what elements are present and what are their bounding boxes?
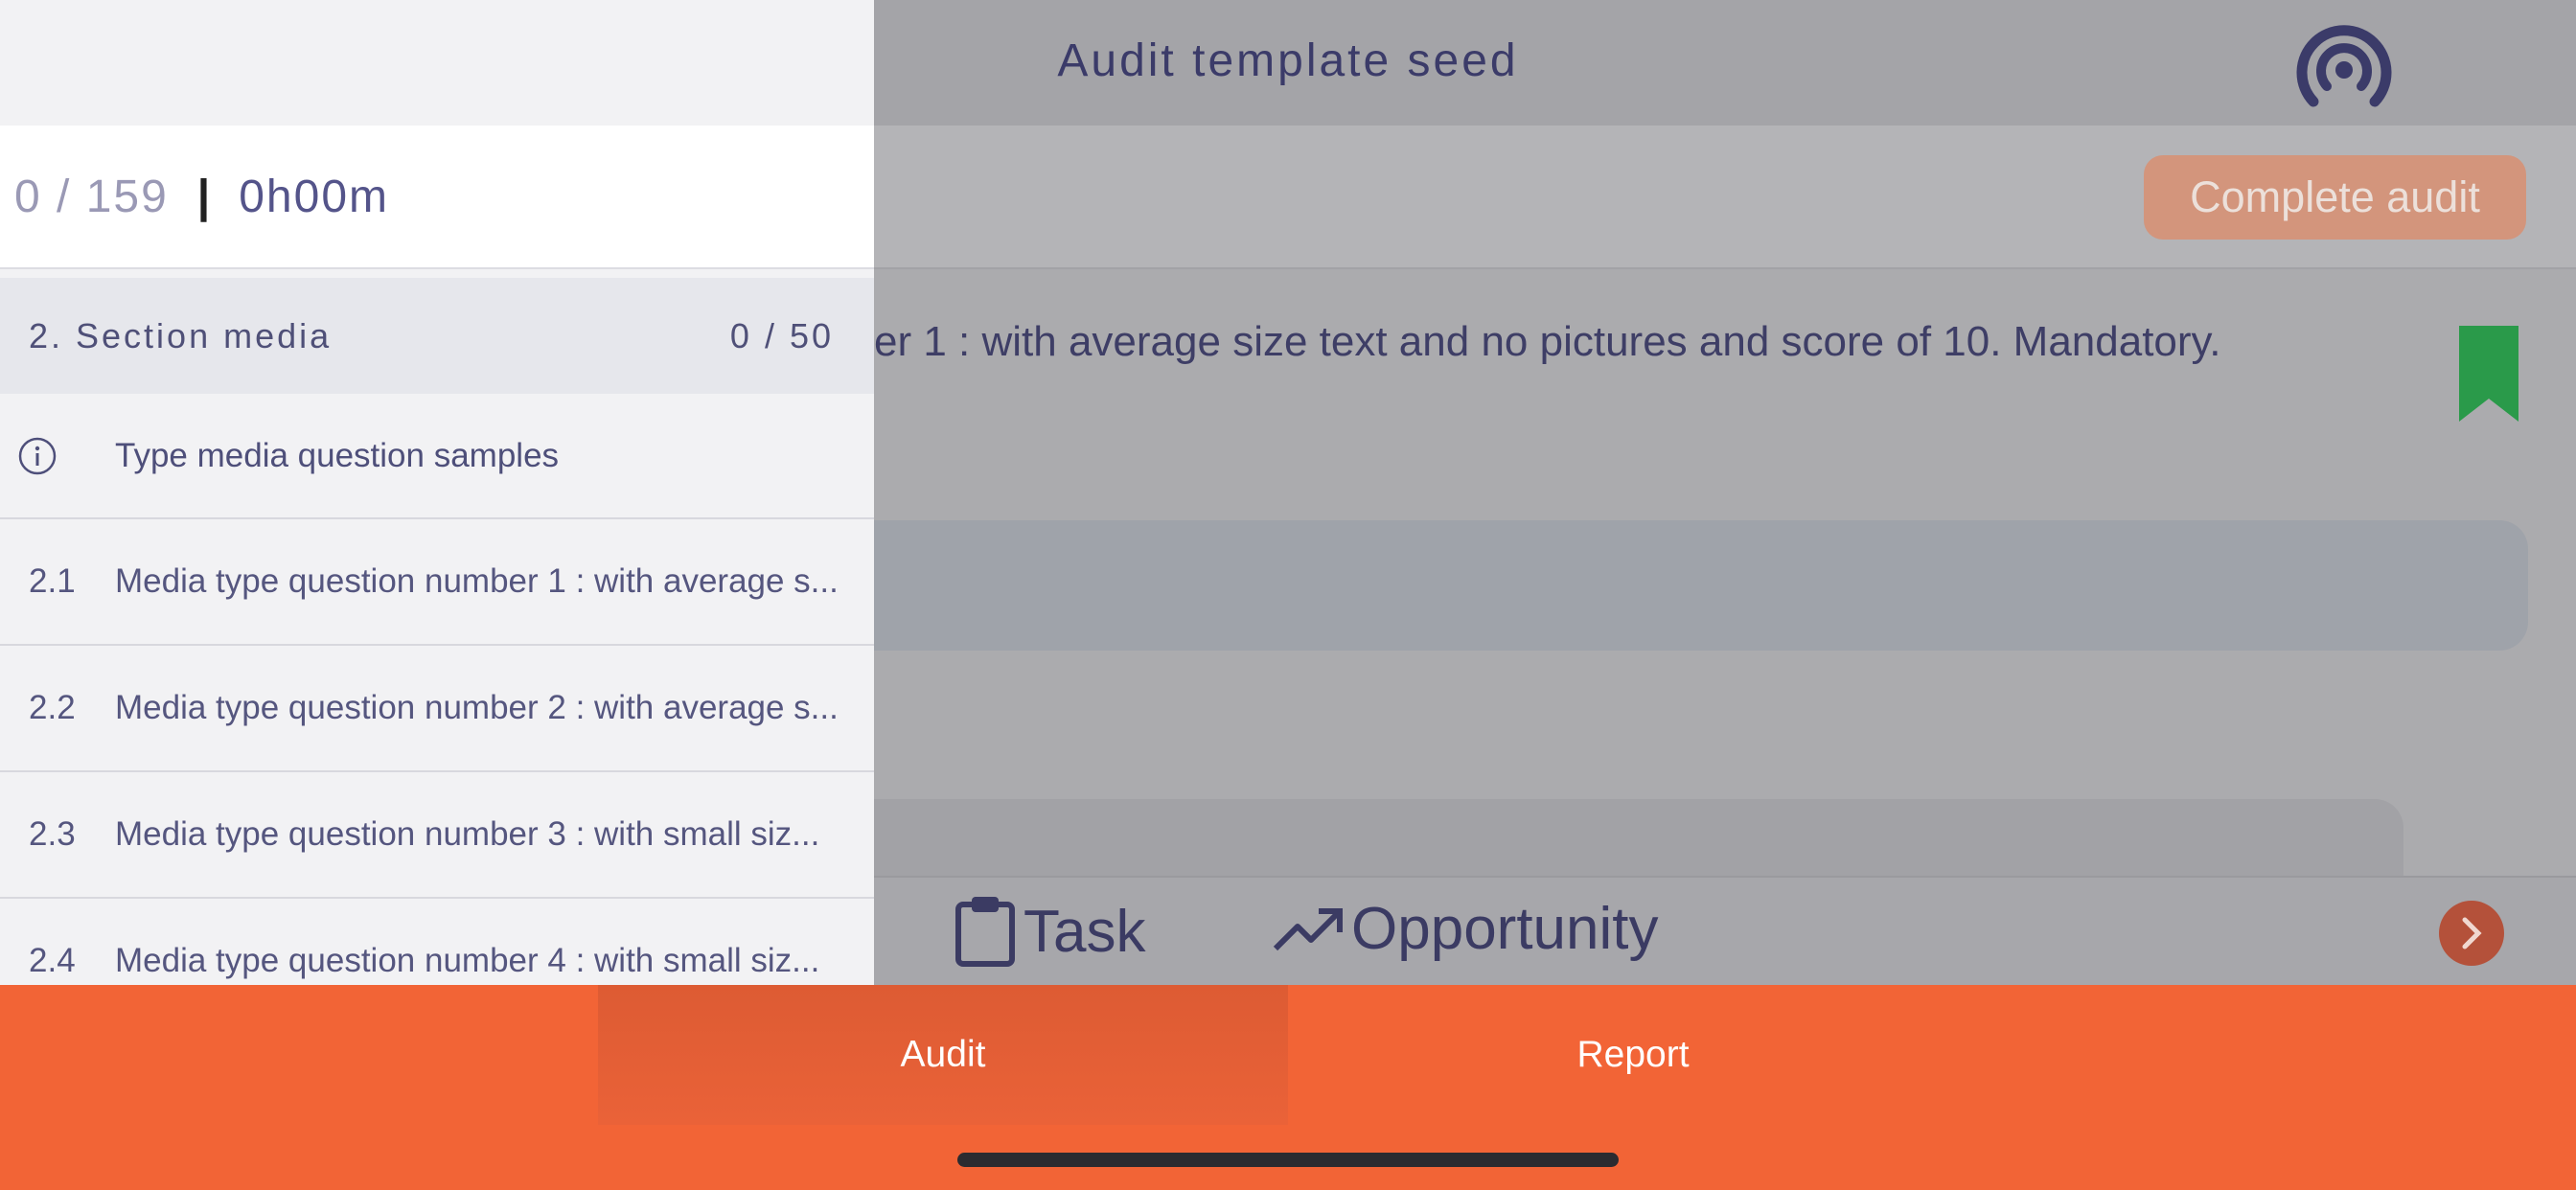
info-text: Type media question samples (115, 436, 560, 474)
question-item[interactable]: 2.2 Media type question number 2 : with … (0, 646, 874, 772)
info-icon (18, 437, 57, 474)
progress-separator: | (196, 171, 211, 222)
tab-report-label: Report (1576, 1034, 1690, 1075)
question-title: Media type question number 1 : with aver… (115, 562, 839, 600)
chevron-right-icon (2462, 917, 2482, 950)
bookmark-icon[interactable] (2459, 326, 2518, 422)
question-number: 2.1 (29, 562, 76, 600)
question-item[interactable]: 2.1 Media type question number 1 : with … (0, 519, 874, 646)
media-answer-area[interactable] (862, 520, 2528, 651)
section-header[interactable]: 2. Section media 0 / 50 (0, 278, 874, 394)
trending-up-icon (1273, 907, 1343, 950)
progress-count: 0 / 159 (14, 171, 169, 222)
drawer-header (0, 0, 874, 126)
opportunity-button[interactable]: Opportunity (1273, 895, 1659, 963)
task-button[interactable]: Task (953, 895, 1145, 968)
opportunity-label: Opportunity (1351, 896, 1659, 962)
tab-report[interactable]: Report (1288, 985, 1978, 1125)
broadcast-icon[interactable] (2292, 17, 2396, 113)
home-indicator[interactable] (957, 1153, 1619, 1167)
complete-audit-button[interactable]: Complete audit (2144, 155, 2526, 240)
question-item[interactable]: 2.4 Media type question number 4 : with … (0, 899, 874, 985)
tab-audit[interactable]: Audit (598, 985, 1288, 1125)
tab-audit-label: Audit (900, 1034, 986, 1075)
question-number: 2.2 (29, 689, 76, 726)
clipboard-icon (955, 897, 1015, 967)
question-number: 2.3 (29, 815, 76, 853)
question-title: Media type question number 2 : with aver… (115, 689, 839, 726)
section-info-row[interactable]: Type media question samples (0, 394, 874, 519)
question-text: er 1 : with average size text and no pic… (874, 318, 2221, 365)
section-title: 2. Section media (29, 315, 333, 355)
question-title: Media type question number 3 : with smal… (115, 815, 820, 853)
progress-row: 0 / 159 | 0h00m (0, 126, 874, 269)
question-item[interactable]: 2.3 Media type question number 3 : with … (0, 772, 874, 899)
section-count: 0 / 50 (729, 315, 834, 355)
task-label: Task (1024, 898, 1146, 965)
question-number: 2.4 (29, 942, 76, 979)
question-title: Media type question number 4 : with smal… (115, 942, 820, 979)
elapsed-time: 0h00m (239, 171, 389, 222)
next-question-button[interactable] (2439, 901, 2504, 966)
navigation-drawer: 0 / 159 | 0h00m 2. Section media 0 / 50 … (0, 0, 874, 985)
